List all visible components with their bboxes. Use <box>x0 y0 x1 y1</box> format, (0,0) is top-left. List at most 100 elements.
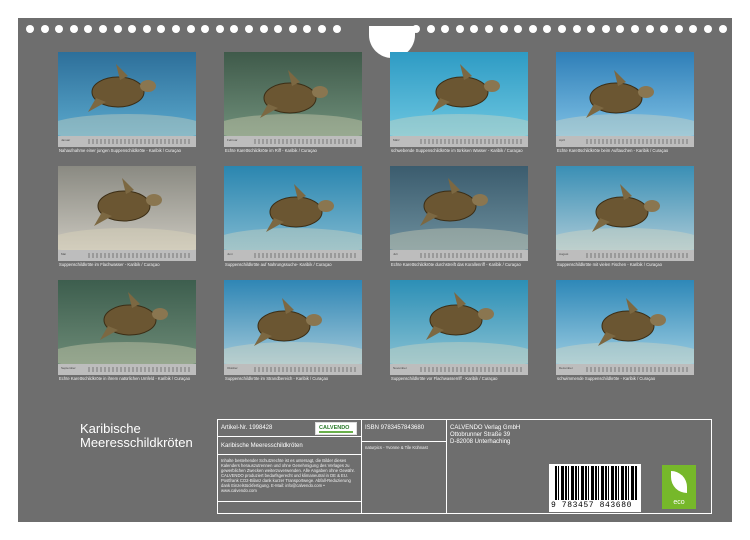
article-number: Artikel-Nr. 1998428 <box>221 425 273 431</box>
turtle-photo <box>224 280 362 364</box>
turtle-photo <box>390 280 528 364</box>
binding-hole <box>558 25 566 33</box>
photo-caption: Suppenschildkröte im Flachwasser - Karib… <box>59 262 160 267</box>
day-grid <box>254 139 358 144</box>
month-label: Oktober <box>227 366 238 370</box>
publisher-line-2: Ottobrunner Straße 39 <box>450 432 511 438</box>
day-grid <box>420 253 524 258</box>
turtle-photo <box>556 280 694 364</box>
month-calendar-strip: Oktober <box>224 364 362 375</box>
photo-caption: schwimmende Suppenschildkröte - Karibik … <box>557 376 656 381</box>
day-grid <box>420 367 524 372</box>
day-grid <box>586 253 690 258</box>
barcode-bars <box>555 466 637 500</box>
month-label: April <box>559 138 566 142</box>
month-calendar-strip: Juli <box>390 250 528 261</box>
turtle-icon <box>224 298 362 364</box>
turtle-icon <box>390 178 528 250</box>
month-tile: September Echte Karettschildkröte in ihre… <box>58 280 196 381</box>
turtle-icon <box>58 292 196 364</box>
day-grid <box>88 139 192 144</box>
photo-caption: Suppenschildkröte auf Nahrungssuche- Kar… <box>225 262 332 267</box>
turtle-icon <box>556 298 694 364</box>
legal-notice: Inhalte bestehender Schutzrechte ist es … <box>221 458 355 493</box>
binding-hole <box>631 25 639 33</box>
day-grid <box>88 367 192 372</box>
binding-hole <box>485 25 493 33</box>
eco-label: eco <box>673 499 685 506</box>
month-calendar-strip: August <box>556 250 694 261</box>
photo-caption: Echte Karettschildkröte im Riff - Karibi… <box>225 148 317 153</box>
month-label: März <box>393 138 400 142</box>
binding-hole <box>718 25 727 33</box>
publisher-line-3: D-82008 Unterhaching <box>450 439 511 445</box>
binding-hole <box>99 25 107 33</box>
barcode-number: 9 783457 843680 <box>551 501 633 510</box>
day-grid <box>254 367 358 372</box>
binding-hole <box>40 25 49 33</box>
eco-badge: eco <box>662 465 696 509</box>
publisher-line-1: CALVENDO Verlag GmbH <box>450 425 521 431</box>
month-label: Juni <box>227 252 233 256</box>
turtle-photo <box>224 52 362 136</box>
month-calendar-strip: März <box>390 136 528 147</box>
month-label: Dezember <box>559 366 573 370</box>
binding-hole <box>499 25 508 33</box>
month-label: November <box>393 366 407 370</box>
month-calendar-strip: Januar <box>58 136 196 147</box>
binding-hole <box>186 25 195 33</box>
photo-caption: Suppenschildkröte im Strandbereich - Kar… <box>225 376 329 381</box>
binding-hole <box>645 25 654 33</box>
turtle-icon <box>58 64 196 136</box>
calendar-title: Karibische Meeresschildkröten <box>80 422 193 450</box>
month-tile: Januar Nahaufnahme einer jungen Suppensch… <box>58 52 196 153</box>
turtle-photo <box>556 52 694 136</box>
binding-hole <box>113 25 122 33</box>
month-tile: April Echte Karettschildkröte beim Auftau… <box>556 52 694 153</box>
month-label: Januar <box>61 138 71 142</box>
calendar-back-cover: Januar Nahaufnahme einer jungen Suppensch… <box>18 18 732 522</box>
binding-hole <box>259 25 268 33</box>
binding-hole <box>572 25 581 33</box>
leaf-icon <box>671 471 687 493</box>
photo-caption: Nahaufnahme einer jungen Suppenschildkrö… <box>59 148 181 153</box>
binding-hole <box>172 25 180 33</box>
binding-hole <box>455 25 464 33</box>
month-calendar-strip: April <box>556 136 694 147</box>
photo-caption: Suppenschildkröte mit vielen Fischen - K… <box>557 262 662 267</box>
photo-caption: Echte Karettschildkröte in ihrem natürli… <box>59 376 191 381</box>
turtle-icon <box>224 184 362 250</box>
month-label: August <box>559 252 569 256</box>
month-tile: Mai Suppenschildkröte im Flachwasser - Ka… <box>58 166 196 267</box>
day-grid <box>254 253 358 258</box>
month-calendar-strip: Dezember <box>556 364 694 375</box>
photo-caption: Suppenschildkröte vor Flachwasserriff - … <box>391 376 498 381</box>
month-calendar-strip: Juni <box>224 250 362 261</box>
month-calendar-strip: Mai <box>58 250 196 261</box>
binding-hole <box>601 25 610 33</box>
binding-hole <box>318 25 326 33</box>
month-calendar-strip: September <box>58 364 196 375</box>
month-label: Mai <box>61 252 66 256</box>
binding-hole <box>332 25 341 33</box>
month-tile: Juni Suppenschildkröte auf Nahrungssuche-… <box>224 166 362 267</box>
author-credit: naturpics - Yvonne & Tile Kühnast <box>365 445 428 450</box>
binding-hole <box>674 25 683 33</box>
month-label: Februar <box>227 138 238 142</box>
day-grid <box>586 367 690 372</box>
binding-hole <box>412 25 420 33</box>
product-title: Karibische Meeresschildkröten <box>221 443 303 449</box>
month-label: Juli <box>393 252 398 256</box>
turtle-photo <box>556 166 694 250</box>
month-tile: Juli Echte Karettschildkröte durchstreift… <box>390 166 528 267</box>
calvendo-logo: CALVENDO <box>315 422 357 435</box>
photo-caption: Echte Karettschildkröte durchstreift das… <box>391 262 521 267</box>
month-calendar-strip: Februar <box>224 136 362 147</box>
day-grid <box>88 253 192 258</box>
turtle-icon <box>390 292 528 364</box>
turtle-photo <box>390 52 528 136</box>
binding-hole <box>528 25 537 33</box>
day-grid <box>420 139 524 144</box>
turtle-photo <box>58 52 196 136</box>
binding-hole <box>26 25 34 33</box>
